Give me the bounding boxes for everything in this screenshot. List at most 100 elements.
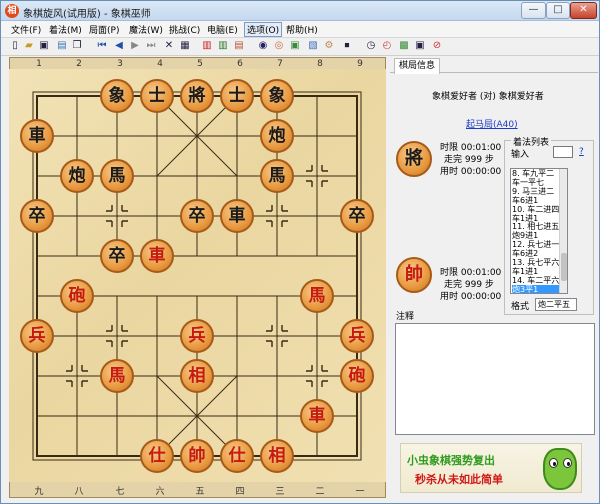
disabled-icon[interactable]: ⊘ bbox=[431, 40, 443, 52]
red-piece[interactable]: 相 bbox=[260, 439, 294, 473]
black-piece[interactable]: 炮 bbox=[60, 159, 94, 193]
move-list[interactable]: 8. 车九平二 车一平七 9. 马三进二 车6进1 10. 车二进四 车1进1 11. 相七… bbox=[510, 168, 568, 294]
black-piece[interactable]: 卒 bbox=[180, 199, 214, 233]
maximize-button[interactable]: □ bbox=[546, 2, 570, 19]
red-piece[interactable]: 帥 bbox=[180, 439, 214, 473]
black-time-used: 用时 00:00:00 bbox=[440, 167, 502, 177]
open-folder-icon[interactable]: ▰ bbox=[23, 40, 35, 52]
format-select[interactable]: 炮二平五 bbox=[535, 298, 577, 311]
black-piece[interactable]: 卒 bbox=[20, 199, 54, 233]
black-piece[interactable]: 卒 bbox=[100, 239, 134, 273]
menu-challenge[interactable]: 挑战(C) bbox=[169, 23, 200, 36]
file-label: 六 bbox=[155, 487, 165, 497]
black-piece[interactable]: 炮 bbox=[260, 119, 294, 153]
menu-help[interactable]: 帮助(H) bbox=[286, 23, 318, 36]
position-icon[interactable]: ▥ bbox=[201, 40, 213, 52]
board-icon[interactable]: ▤ bbox=[233, 40, 245, 52]
pieces-icon[interactable]: ◎ bbox=[273, 40, 285, 52]
red-piece[interactable]: 相 bbox=[180, 359, 214, 393]
title-bar[interactable]: 相 象棋旋风(试用版) - 象棋巫师 — □ ✕ bbox=[1, 1, 599, 21]
mascot-eye bbox=[563, 458, 572, 468]
black-piece[interactable]: 馬 bbox=[100, 159, 134, 193]
tab-game-info[interactable]: 棋局信息 bbox=[394, 58, 441, 74]
print-icon[interactable]: ▤ bbox=[56, 40, 68, 52]
format-label: 格式 bbox=[511, 302, 530, 312]
black-general-piece: 將 bbox=[396, 141, 432, 177]
black-piece[interactable]: 士 bbox=[220, 79, 254, 113]
file-label: 八 bbox=[74, 487, 84, 497]
engine-icon[interactable]: ◉ bbox=[257, 40, 269, 52]
copy-icon[interactable]: ❐ bbox=[71, 40, 83, 52]
red-piece[interactable]: 仕 bbox=[140, 439, 174, 473]
file-label: 5 bbox=[197, 59, 203, 69]
menu-position[interactable]: 局面(P) bbox=[89, 23, 119, 36]
menu-magic[interactable]: 魔法(W) bbox=[129, 23, 163, 36]
move-list-scrollbar[interactable] bbox=[559, 169, 567, 293]
analysis-icon[interactable]: ▦ bbox=[179, 40, 191, 52]
file-label: 二 bbox=[315, 487, 325, 497]
file-label: 一 bbox=[355, 487, 365, 497]
ad-tagline: 秒杀从未如此简单 bbox=[415, 473, 503, 486]
image-icon[interactable]: ▩ bbox=[398, 40, 410, 52]
file-label: 四 bbox=[235, 487, 245, 497]
black-piece[interactable]: 卒 bbox=[340, 199, 374, 233]
first-move-icon[interactable]: ⏮ bbox=[96, 40, 108, 52]
opening-link[interactable]: 起马局(A40) bbox=[466, 117, 518, 130]
next-move-icon[interactable]: ▶ bbox=[129, 40, 141, 52]
notes-label: 注释 bbox=[396, 312, 415, 322]
minimize-button[interactable]: — bbox=[521, 2, 546, 19]
move-input[interactable] bbox=[553, 146, 573, 158]
red-piece[interactable]: 砲 bbox=[60, 279, 94, 313]
file-label: 三 bbox=[275, 487, 285, 497]
file-label: 8 bbox=[317, 59, 323, 69]
red-piece[interactable]: 兵 bbox=[340, 319, 374, 353]
close-button[interactable]: ✕ bbox=[570, 2, 597, 19]
clock-icon[interactable]: ◷ bbox=[365, 40, 377, 52]
black-piece[interactable]: 象 bbox=[260, 79, 294, 113]
black-piece[interactable]: 象 bbox=[100, 79, 134, 113]
red-piece[interactable]: 兵 bbox=[180, 319, 214, 353]
xiangqi-board[interactable]: 象士將士象車炮炮馬馬卒卒車卒卒車砲馬兵兵兵馬相砲車仕帥仕相 bbox=[9, 69, 386, 482]
red-piece[interactable]: 車 bbox=[300, 399, 334, 433]
prev-move-icon[interactable]: ◀ bbox=[113, 40, 125, 52]
red-piece[interactable]: 車 bbox=[140, 239, 174, 273]
timer-icon[interactable]: ◴ bbox=[381, 40, 393, 52]
flip-icon[interactable]: ▣ bbox=[289, 40, 301, 52]
file-label: 1 bbox=[36, 59, 42, 69]
file-label: 6 bbox=[237, 59, 243, 69]
file-label: 7 bbox=[277, 59, 283, 69]
players-line: 象棋爱好者 (对) 象棋爱好者 bbox=[432, 92, 544, 102]
red-piece[interactable]: 砲 bbox=[340, 359, 374, 393]
notes-textarea[interactable] bbox=[395, 323, 595, 435]
stop-icon[interactable]: ⏹ bbox=[341, 40, 353, 52]
move-list-item[interactable]: 炮3平1 bbox=[512, 284, 560, 293]
help-link[interactable]: ? bbox=[579, 147, 584, 157]
toolbar: ▯ ▰ ▣ ▤ ❐ ⏮ ◀ ▶ ⏭ ✕ ▦ ▥ ▥ ▤ ◉ ◎ ▣ ▧ ⚙ ⏹ … bbox=[1, 38, 599, 56]
menu-options[interactable]: 选项(O) bbox=[244, 22, 283, 37]
black-piece[interactable]: 士 bbox=[140, 79, 174, 113]
black-piece[interactable]: 車 bbox=[220, 199, 254, 233]
settings-icon[interactable]: ⚙ bbox=[323, 40, 335, 52]
menu-moves[interactable]: 着法(M) bbox=[49, 23, 82, 36]
black-piece[interactable]: 車 bbox=[20, 119, 54, 153]
delete-icon[interactable]: ✕ bbox=[163, 40, 175, 52]
new-file-icon[interactable]: ▯ bbox=[9, 40, 21, 52]
red-piece[interactable]: 馬 bbox=[300, 279, 334, 313]
hint-icon[interactable]: ▧ bbox=[307, 40, 319, 52]
red-piece[interactable]: 仕 bbox=[220, 439, 254, 473]
black-piece[interactable]: 將 bbox=[180, 79, 214, 113]
menu-computer[interactable]: 电脑(E) bbox=[207, 23, 238, 36]
scrollbar-thumb[interactable] bbox=[561, 253, 567, 281]
screen-icon[interactable]: ▣ bbox=[414, 40, 426, 52]
last-move-icon[interactable]: ⏭ bbox=[145, 40, 157, 52]
save-icon[interactable]: ▣ bbox=[38, 40, 50, 52]
app-logo-icon: 相 bbox=[5, 4, 19, 18]
book-icon[interactable]: ▥ bbox=[217, 40, 229, 52]
format-value: 炮二平五 bbox=[538, 300, 570, 309]
red-piece[interactable]: 兵 bbox=[20, 319, 54, 353]
black-piece[interactable]: 馬 bbox=[260, 159, 294, 193]
input-label: 输入 bbox=[511, 150, 530, 160]
menu-file[interactable]: 文件(F) bbox=[11, 23, 41, 36]
ad-banner[interactable]: 小虫象棋强势复出 秒杀从未如此简单 bbox=[400, 443, 582, 493]
red-piece[interactable]: 馬 bbox=[100, 359, 134, 393]
